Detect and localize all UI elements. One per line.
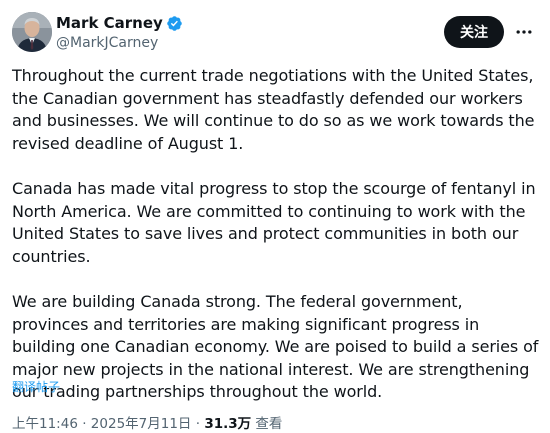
more-options-icon[interactable] — [514, 22, 534, 42]
tweet-paragraph-3: We are building Canada strong. The feder… — [12, 291, 539, 402]
meta-separator: · — [82, 416, 87, 432]
tweet-text: Throughout the current trade negotiation… — [12, 65, 542, 404]
follow-button[interactable]: 关注 — [444, 16, 504, 48]
tweet-date[interactable]: 2025年7月11日 — [91, 416, 192, 432]
author-names: Mark Carney @MarkJCarney — [56, 12, 183, 51]
tweet-paragraph-2: Canada has made vital progress to stop t… — [12, 178, 536, 266]
author-name[interactable]: Mark Carney — [56, 14, 163, 32]
translate-post-link[interactable]: 翻译帖子 — [12, 378, 60, 395]
author-handle[interactable]: @MarkJCarney — [56, 35, 183, 51]
verified-badge-icon[interactable] — [166, 15, 183, 32]
tweet-time[interactable]: 上午11:46 — [12, 416, 78, 432]
avatar[interactable] — [12, 12, 52, 52]
views-label: 查看 — [255, 416, 283, 432]
tweet-paragraph-1: Throughout the current trade negotiation… — [12, 66, 535, 153]
tweet-meta: 上午11:46 · 2025年7月11日 · 31.3万 查看 — [12, 412, 282, 432]
author-name-row: Mark Carney — [56, 12, 183, 34]
meta-separator: · — [195, 416, 201, 432]
views-count: 31.3万 — [204, 416, 252, 432]
tweet-header: Mark Carney @MarkJCarney 关注 — [12, 12, 538, 54]
